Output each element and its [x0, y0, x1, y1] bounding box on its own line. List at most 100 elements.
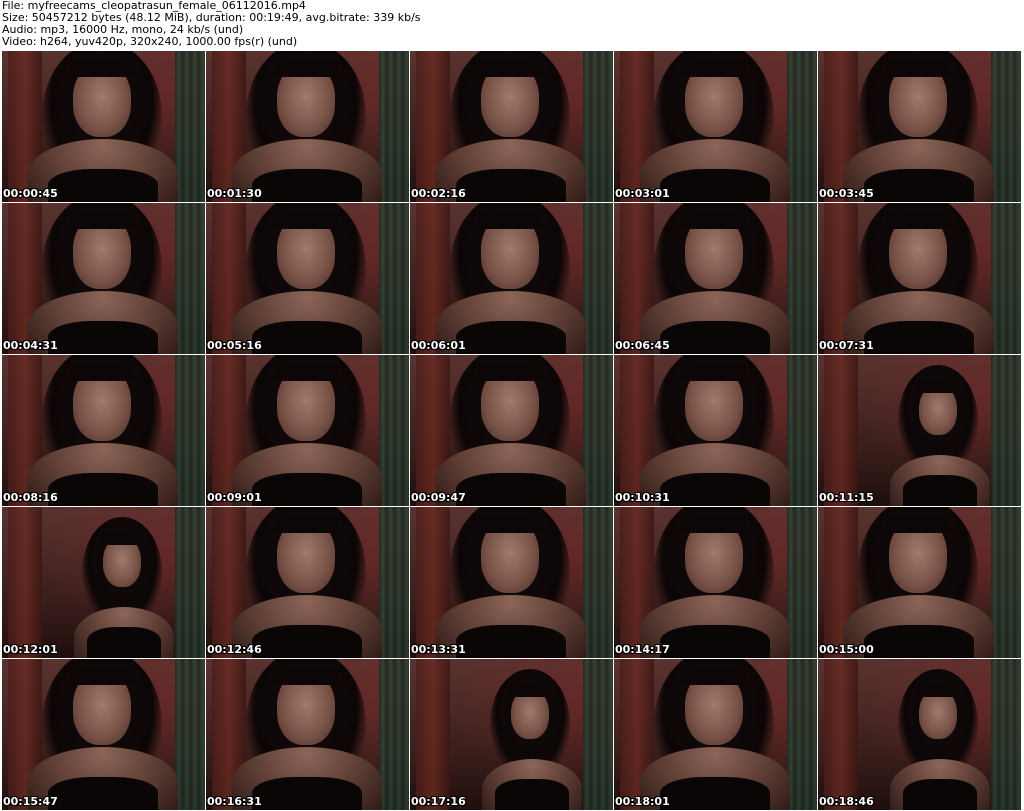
thumbnail-bangs — [916, 685, 960, 697]
thumbnail-bangs — [274, 59, 338, 77]
thumbnail-timestamp: 00:12:01 — [3, 643, 58, 656]
thumbnail-bangs — [886, 515, 950, 533]
thumbnail-curtain — [379, 51, 409, 202]
video-thumbnail: 00:04:31 — [2, 203, 205, 354]
thumbnail-top — [864, 625, 974, 658]
thumbnail-top — [252, 777, 362, 810]
thumbnail-top — [456, 321, 566, 354]
thumbnail-door — [824, 355, 858, 506]
thumbnail-top — [660, 473, 770, 506]
thumbnail-timestamp: 00:01:30 — [207, 187, 262, 200]
thumbnail-curtain — [787, 507, 817, 658]
thumbnail-bangs — [886, 211, 950, 229]
thumbnail-curtain — [583, 507, 613, 658]
thumbnail-bangs — [478, 515, 542, 533]
thumbnail-bangs — [274, 667, 338, 685]
thumbnail-timestamp: 00:13:31 — [411, 643, 466, 656]
thumbnail-curtain — [583, 203, 613, 354]
thumbnail-timestamp: 00:03:01 — [615, 187, 670, 200]
thumbnail-top — [903, 779, 977, 810]
thumbnail-curtain — [175, 659, 205, 810]
thumbnail-timestamp: 00:16:31 — [207, 795, 262, 808]
thumbnail-bangs — [70, 59, 134, 77]
thumbnail-top — [252, 169, 362, 202]
thumbnail-top — [660, 169, 770, 202]
thumbnail-bangs — [682, 59, 746, 77]
thumbnail-curtain — [991, 203, 1021, 354]
thumbnail-grid: 00:00:45 00:01:30 00:02:16 00:03:01 00:03:45… — [0, 50, 1024, 811]
video-thumbnail: 00:01:30 — [206, 51, 409, 202]
thumbnail-curtain — [583, 659, 613, 810]
thumbnail-bangs — [274, 363, 338, 381]
thumbnail-timestamp: 00:15:00 — [819, 643, 874, 656]
thumbnail-curtain — [379, 507, 409, 658]
thumbnail-bangs — [274, 211, 338, 229]
thumbnail-top — [660, 321, 770, 354]
thumbnail-curtain — [175, 507, 205, 658]
thumbnail-timestamp: 00:06:01 — [411, 339, 466, 352]
thumbnail-top — [903, 475, 977, 506]
video-thumbnail: 00:09:47 — [410, 355, 613, 506]
thumbnail-timestamp: 00:00:45 — [3, 187, 58, 200]
thumbnail-bangs — [478, 363, 542, 381]
thumbnail-timestamp: 00:18:01 — [615, 795, 670, 808]
video-thumbnail: 00:02:16 — [410, 51, 613, 202]
thumbnail-bangs — [682, 667, 746, 685]
thumbnail-door — [416, 659, 450, 810]
thumbnail-timestamp: 00:07:31 — [819, 339, 874, 352]
video-thumbnail: 00:06:45 — [614, 203, 817, 354]
thumbnail-curtain — [991, 355, 1021, 506]
thumbnail-curtain — [583, 355, 613, 506]
thumbnail-curtain — [175, 355, 205, 506]
video-thumbnail: 00:09:01 — [206, 355, 409, 506]
thumbnail-bangs — [100, 533, 144, 545]
thumbnail-bangs — [682, 363, 746, 381]
video-thumbnail: 00:11:15 — [818, 355, 1021, 506]
thumbnail-timestamp: 00:10:31 — [615, 491, 670, 504]
thumbnail-bangs — [508, 685, 552, 697]
thumbnail-timestamp: 00:15:47 — [3, 795, 58, 808]
video-thumbnail: 00:03:01 — [614, 51, 817, 202]
thumbnail-timestamp: 00:02:16 — [411, 187, 466, 200]
thumbnail-door — [8, 507, 42, 658]
thumbnail-bangs — [478, 59, 542, 77]
thumbnail-top — [495, 779, 569, 810]
video-thumbnail: 00:16:31 — [206, 659, 409, 810]
thumbnail-curtain — [787, 51, 817, 202]
thumbnail-top — [87, 627, 161, 658]
thumbnail-curtain — [379, 203, 409, 354]
video-thumbnail: 00:08:16 — [2, 355, 205, 506]
thumbnail-bangs — [478, 211, 542, 229]
thumbnail-bangs — [274, 515, 338, 533]
thumbnail-bangs — [886, 59, 950, 77]
thumbnail-curtain — [787, 659, 817, 810]
thumbnail-top — [48, 169, 158, 202]
video-thumbnail: 00:18:46 — [818, 659, 1021, 810]
thumbnail-curtain — [583, 51, 613, 202]
thumbnail-top — [252, 473, 362, 506]
video-thumbnail: 00:15:47 — [2, 659, 205, 810]
thumbnail-bangs — [70, 363, 134, 381]
thumbnail-top — [660, 625, 770, 658]
thumbnail-curtain — [787, 203, 817, 354]
file-info-header: File: myfreecams_cleopatrasun_female_061… — [0, 0, 1024, 50]
video-thumbnail: 00:17:16 — [410, 659, 613, 810]
thumbnail-curtain — [175, 203, 205, 354]
thumbnail-timestamp: 00:17:16 — [411, 795, 466, 808]
thumbnail-top — [48, 777, 158, 810]
thumbnail-timestamp: 00:08:16 — [3, 491, 58, 504]
thumbnail-bangs — [682, 515, 746, 533]
thumbnail-timestamp: 00:06:45 — [615, 339, 670, 352]
thumbnail-curtain — [991, 51, 1021, 202]
thumbnail-timestamp: 00:09:01 — [207, 491, 262, 504]
thumbnail-curtain — [379, 355, 409, 506]
video-thumbnail: 00:00:45 — [2, 51, 205, 202]
video-thumbnail: 00:12:46 — [206, 507, 409, 658]
thumbnail-bangs — [70, 667, 134, 685]
video-thumbnail: 00:13:31 — [410, 507, 613, 658]
video-thumbnail: 00:05:16 — [206, 203, 409, 354]
thumbnail-top — [456, 169, 566, 202]
thumbnail-timestamp: 00:14:17 — [615, 643, 670, 656]
thumbnail-top — [456, 473, 566, 506]
thumbnail-top — [660, 777, 770, 810]
